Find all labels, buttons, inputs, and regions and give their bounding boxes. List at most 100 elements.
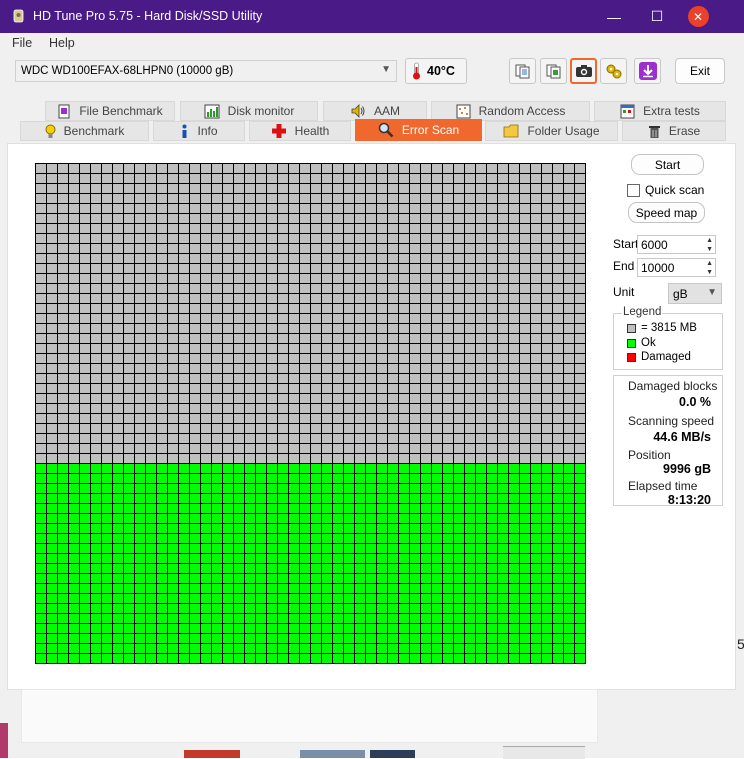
scan-block <box>564 594 574 603</box>
scan-block <box>113 364 123 373</box>
scan-block <box>267 614 277 623</box>
copy-text-button[interactable] <box>509 58 536 84</box>
scan-block <box>355 544 365 553</box>
scan-block <box>135 344 145 353</box>
scan-block <box>476 454 486 463</box>
scan-block <box>443 334 453 343</box>
scan-block <box>509 194 519 203</box>
unit-select[interactable]: gB ▼ <box>668 283 722 304</box>
tab-aam[interactable]: AAM <box>323 101 427 121</box>
scan-block <box>355 244 365 253</box>
scan-block <box>179 624 189 633</box>
drive-select[interactable]: WDC WD100EFAX-68LHPN0 (10000 gB) ▼ <box>15 60 397 82</box>
quick-scan-checkbox[interactable]: Quick scan <box>627 183 704 197</box>
scan-block <box>157 374 167 383</box>
scan-block <box>146 434 156 443</box>
scan-block <box>498 424 508 433</box>
scan-block <box>124 654 134 663</box>
scan-block <box>542 314 552 323</box>
scan-block <box>553 204 563 213</box>
tab-erase[interactable]: Erase <box>622 121 726 141</box>
scan-block <box>377 314 387 323</box>
scan-block <box>256 334 266 343</box>
scan-block <box>410 594 420 603</box>
scan-block <box>278 574 288 583</box>
scan-block <box>344 424 354 433</box>
scan-block <box>498 214 508 223</box>
scan-block <box>344 394 354 403</box>
save-screenshot-button[interactable] <box>570 58 597 84</box>
menu-file[interactable]: File <box>12 36 32 50</box>
scan-block <box>311 594 321 603</box>
tab-benchmark[interactable]: Benchmark <box>20 121 149 141</box>
scan-block <box>201 544 211 553</box>
scan-block <box>47 374 57 383</box>
scan-block <box>256 224 266 233</box>
tab-info[interactable]: Info <box>153 121 245 141</box>
scan-block <box>168 424 178 433</box>
scan-block <box>201 594 211 603</box>
scan-block <box>377 534 387 543</box>
scan-block <box>476 404 486 413</box>
scan-block <box>520 404 530 413</box>
scan-block <box>399 594 409 603</box>
scan-block <box>520 434 530 443</box>
scan-block <box>234 454 244 463</box>
start-scan-button[interactable]: Start <box>631 154 704 175</box>
download-button[interactable] <box>634 58 661 84</box>
scan-block <box>157 334 167 343</box>
tab-health[interactable]: Health <box>249 121 351 141</box>
scan-block <box>300 164 310 173</box>
options-button[interactable] <box>600 58 627 84</box>
exit-button[interactable]: Exit <box>675 58 725 84</box>
scan-block <box>47 604 57 613</box>
tab-file-benchmark[interactable]: File Benchmark <box>45 101 175 121</box>
scan-block <box>399 394 409 403</box>
scan-block <box>80 464 90 473</box>
scan-block <box>124 444 134 453</box>
end-value-input[interactable]: 10000 ▲ ▼ <box>637 258 716 277</box>
scan-block <box>146 224 156 233</box>
spinner-arrows-icon[interactable]: ▲ ▼ <box>706 236 713 254</box>
scan-block <box>47 504 57 513</box>
close-button[interactable]: ✕ <box>675 0 721 33</box>
scan-block <box>267 534 277 543</box>
menu-help[interactable]: Help <box>49 36 75 50</box>
scan-block <box>388 174 398 183</box>
scan-block <box>245 584 255 593</box>
speed-map-button[interactable]: Speed map <box>628 202 705 223</box>
scan-block <box>388 464 398 473</box>
scan-block <box>553 374 563 383</box>
scan-block <box>509 454 519 463</box>
scan-block <box>322 304 332 313</box>
scan-block <box>553 534 563 543</box>
scan-block <box>421 374 431 383</box>
start-value-input[interactable]: 6000 ▲ ▼ <box>637 235 716 254</box>
scan-block <box>256 304 266 313</box>
scan-block <box>421 364 431 373</box>
tab-error-scan[interactable]: Error Scan <box>355 119 482 141</box>
copy-screenshot-button[interactable] <box>540 58 567 84</box>
spinner-arrows-icon[interactable]: ▲ ▼ <box>706 259 713 277</box>
scan-block <box>454 184 464 193</box>
scan-block <box>443 494 453 503</box>
scan-block <box>388 564 398 573</box>
scan-block <box>454 214 464 223</box>
minimize-button[interactable]: — <box>591 0 637 33</box>
tab-disk-monitor[interactable]: Disk monitor <box>180 101 318 121</box>
scan-block <box>223 244 233 253</box>
scan-block <box>443 614 453 623</box>
scan-block <box>190 334 200 343</box>
scan-block <box>575 364 585 373</box>
scan-block <box>575 524 585 533</box>
scan-block <box>410 444 420 453</box>
scan-block <box>69 414 79 423</box>
scan-block <box>487 604 497 613</box>
maximize-button[interactable]: ☐ <box>634 0 680 33</box>
scan-block <box>36 304 46 313</box>
scan-block <box>190 514 200 523</box>
tab-random-access[interactable]: Random Access <box>431 101 590 121</box>
scan-block <box>190 644 200 653</box>
tab-extra-tests[interactable]: Extra tests <box>594 101 726 121</box>
tab-folder-usage[interactable]: Folder Usage <box>485 121 618 141</box>
